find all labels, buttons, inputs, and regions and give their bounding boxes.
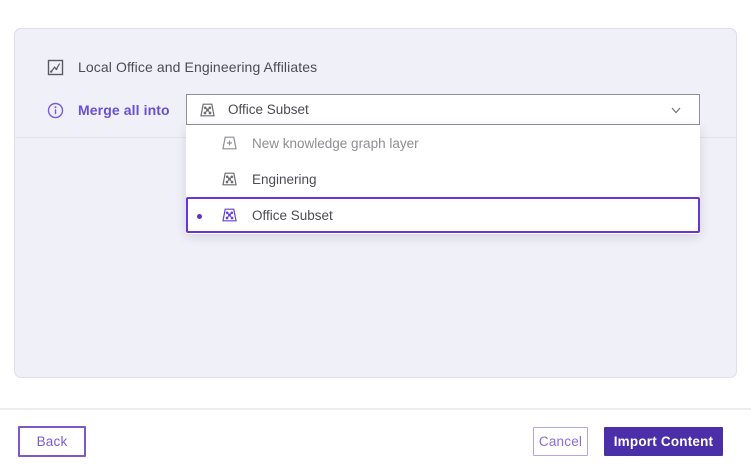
knowledge-graph-layer-icon [221, 171, 238, 187]
import-content-button[interactable]: Import Content [604, 427, 723, 456]
select-value: Office Subset [228, 102, 309, 117]
source-row: Local Office and Engineering Affiliates [47, 58, 317, 76]
menu-option-new-knowledge-graph-layer[interactable]: New knowledge graph layer [186, 125, 700, 161]
merge-all-into-label: Merge all into [78, 102, 170, 118]
back-button[interactable]: Back [18, 426, 86, 457]
merge-target-select[interactable]: Office Subset [186, 94, 700, 125]
new-knowledge-graph-layer-icon [221, 135, 238, 151]
merge-target-dropdown-menu: New knowledge graph layer Enginering [186, 125, 700, 234]
merge-row: Merge all into [47, 101, 170, 119]
cancel-button[interactable]: Cancel [533, 427, 588, 456]
menu-option-label: Enginering [252, 172, 317, 187]
menu-option-enginering[interactable]: Enginering [186, 161, 700, 197]
menu-option-label: Office Subset [252, 208, 333, 223]
selected-dot-icon [197, 214, 202, 219]
import-dialog: Local Office and Engineering Affiliates … [0, 0, 751, 470]
knowledge-graph-layer-icon [221, 207, 238, 223]
source-layer-label: Local Office and Engineering Affiliates [78, 59, 317, 75]
footer-divider [0, 408, 751, 410]
menu-option-office-subset[interactable]: Office Subset [186, 197, 700, 233]
menu-option-label: New knowledge graph layer [252, 136, 419, 151]
info-icon[interactable] [47, 102, 64, 119]
chevron-down-icon[interactable] [669, 104, 683, 116]
knowledge-graph-layer-icon [199, 102, 216, 118]
line-chart-box-icon [47, 59, 64, 76]
